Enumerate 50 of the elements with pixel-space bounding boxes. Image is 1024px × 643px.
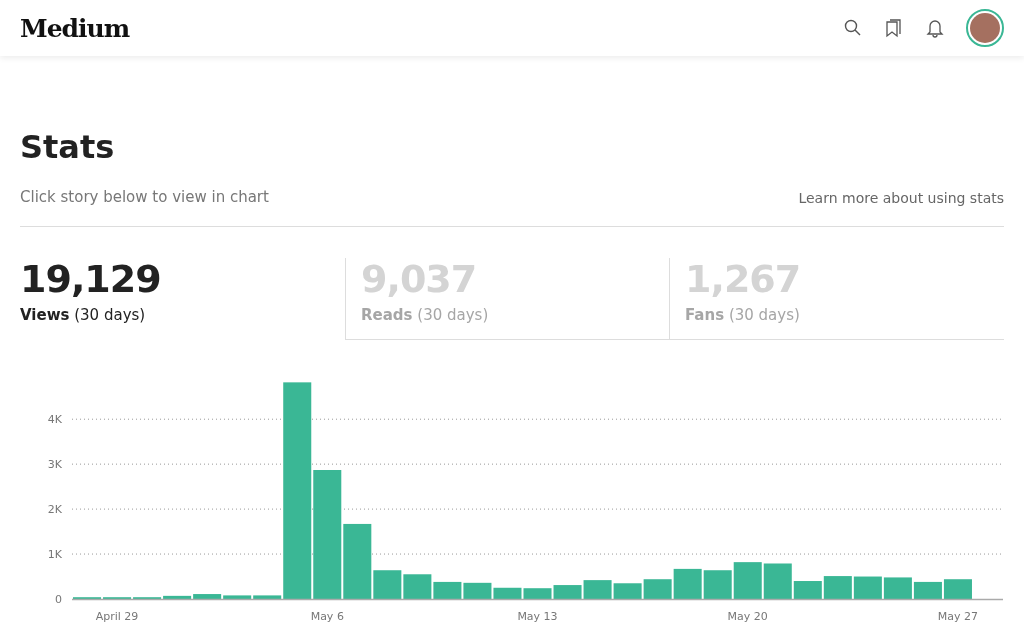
bar[interactable] [883,577,912,599]
bar[interactable] [493,587,522,599]
axis-label: May 6 [310,610,344,623]
avatar[interactable] [966,9,1004,47]
bar[interactable] [793,581,822,599]
bar[interactable] [343,523,372,599]
bar[interactable] [283,382,312,599]
bar[interactable] [223,595,252,599]
axis-label: May 13 [517,610,558,623]
metric-tab[interactable]: 19,129 Views (30 days) [20,258,345,340]
bookmarks-icon[interactable] [884,18,904,38]
bar[interactable] [853,576,882,599]
bar[interactable] [253,595,282,599]
bar[interactable] [313,470,342,599]
bar[interactable] [163,595,192,599]
bar[interactable] [463,582,492,599]
bar[interactable] [613,583,642,599]
bar[interactable] [943,579,972,599]
metric-label: Views (30 days) [20,306,147,324]
bar[interactable] [643,579,672,599]
axis-label: May 20 [727,610,768,623]
bar[interactable] [913,581,942,599]
bar[interactable] [553,585,582,599]
bar[interactable] [703,570,732,599]
axis-label: 1K [47,548,62,562]
axis-label: May 27 [937,610,979,623]
axis-label: 0 [55,593,62,606]
bar[interactable] [673,568,702,599]
metric-label: Fans (30 days) [685,306,801,324]
bell-icon[interactable] [926,18,944,38]
axis-label: 2K [47,503,62,517]
help-link[interactable]: Learn more about using stats [798,190,1004,206]
bar[interactable] [583,580,612,599]
bar[interactable] [523,588,552,599]
axis-label: 4K [47,413,62,427]
metric-value: 19,129 [20,258,162,300]
bar[interactable] [823,576,852,599]
bar[interactable] [373,570,402,599]
axis-label: 3K [47,458,62,472]
axis-label: April 29 [95,610,139,623]
logo[interactable]: Medium [20,13,130,43]
subtitle: Click story below to view in chart [20,188,269,206]
metric-label: Reads (30 days) [361,306,490,324]
bar[interactable] [763,563,792,599]
bar[interactable] [193,594,222,599]
bar[interactable] [433,581,462,599]
search-icon[interactable] [844,19,862,37]
page-title: Stats [20,128,116,168]
bar[interactable] [733,562,762,599]
bar[interactable] [403,574,432,599]
